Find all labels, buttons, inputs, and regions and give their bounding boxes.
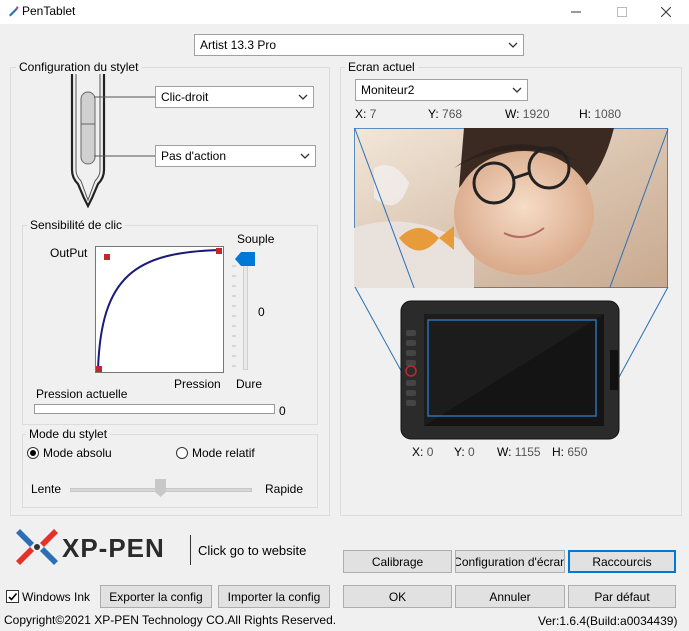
screen-x-readout: X: 7 [355, 107, 376, 121]
curve-control-point[interactable] [104, 254, 110, 260]
close-button[interactable] [643, 0, 689, 24]
stylus-button-leaders [94, 96, 156, 157]
absolute-mode-radio[interactable] [27, 447, 39, 459]
brand-divider [190, 535, 191, 565]
tablet-w-label: W: [497, 445, 512, 459]
sensitivity-slider-thumb[interactable] [235, 252, 255, 266]
screen-w-readout: W: 1920 [505, 107, 550, 121]
title-bar: PenTablet [0, 0, 689, 24]
stylus-config-label: Configuration du stylet [16, 60, 142, 74]
sensitivity-slider-track[interactable] [243, 255, 248, 370]
maximize-icon [617, 7, 627, 17]
tablet-illustration [400, 300, 620, 440]
chevron-down-icon [298, 94, 308, 100]
shortcuts-button[interactable]: Raccourcis [568, 550, 676, 573]
lower-button-select[interactable]: Pas d'action [155, 145, 316, 167]
slider-ticks [232, 265, 236, 367]
tablet-w-readout: W: 1155 [497, 445, 541, 459]
maximize-button[interactable] [599, 0, 645, 24]
relative-mode-radio[interactable] [176, 447, 188, 459]
tablet-y-value: 0 [468, 445, 475, 459]
output-axis-label: OutPut [50, 246, 88, 260]
chevron-down-icon [300, 153, 310, 159]
checkmark-icon [8, 592, 18, 601]
pressure-curve-graph[interactable] [95, 246, 225, 374]
tablet-x-label: X: [412, 445, 424, 459]
screen-h-readout: H: 1080 [579, 107, 621, 121]
calibrate-button[interactable]: Calibrage [343, 550, 452, 573]
screen-w-value: 1920 [522, 107, 550, 121]
brand-link[interactable]: XP-PEN Click go to website [16, 527, 316, 571]
monitor-select-value: Moniteur2 [361, 83, 415, 97]
upper-button-select[interactable]: Clic-droit [155, 86, 314, 108]
pen-tablet-icon [9, 6, 19, 17]
brand-logo-text: XP-PEN [62, 533, 165, 563]
soft-label: Souple [237, 232, 275, 246]
export-config-button[interactable]: Exporter la config [100, 585, 212, 608]
tablet-h-readout: H: 650 [552, 445, 587, 459]
website-link-text[interactable]: Click go to website [198, 543, 306, 558]
current-pressure-value: 0 [279, 404, 286, 418]
windows-ink-checkbox[interactable] [6, 590, 19, 603]
copyright-text: Copyright©2021 XP-PEN Technology CO.All … [4, 613, 337, 627]
absolute-mode-label[interactable]: Mode absolu [43, 446, 112, 460]
screen-h-value: 1080 [594, 107, 622, 121]
current-pressure-bar [34, 404, 275, 414]
tablet-w-value: 1155 [514, 445, 541, 459]
chevron-down-icon [508, 42, 518, 48]
sensitivity-value: 0 [258, 305, 265, 319]
minimize-button[interactable] [553, 0, 599, 24]
monitor-select[interactable]: Moniteur2 [355, 79, 528, 101]
tablet-h-label: H: [552, 445, 564, 459]
tablet-y-readout: Y: 0 [454, 445, 475, 459]
tablet-x-readout: X: 0 [412, 445, 433, 459]
xp-pen-logo-icon [16, 529, 58, 565]
default-button[interactable]: Par défaut [568, 585, 676, 608]
windows-ink-label[interactable]: Windows Ink [22, 590, 90, 604]
speed-slider-thumb[interactable] [155, 479, 166, 497]
minimize-icon [571, 11, 581, 13]
screen-y-value: 768 [442, 107, 463, 121]
screen-y-label: Y: [428, 107, 439, 121]
current-pressure-label: Pression actuelle [36, 387, 128, 401]
import-config-button[interactable]: Importer la config [218, 585, 330, 608]
screen-y-readout: Y: 768 [428, 107, 462, 121]
screen-x-label: X: [355, 107, 367, 121]
screen-config-button[interactable]: Configuration d'écran [455, 550, 565, 573]
close-icon [661, 7, 671, 17]
window-title: PenTablet [22, 4, 76, 18]
chevron-down-icon [512, 87, 522, 93]
stylus-mode-label: Mode du stylet [26, 427, 111, 441]
ok-button[interactable]: OK [343, 585, 452, 608]
cancel-button[interactable]: Annuler [455, 585, 565, 608]
screen-x-value: 7 [369, 107, 377, 121]
sensitivity-label: Sensibilité de clic [27, 218, 126, 232]
tablet-x-value: 0 [426, 445, 434, 459]
relative-mode-label[interactable]: Mode relatif [192, 446, 255, 460]
tablet-h-value: 650 [567, 445, 588, 459]
upper-button-value: Clic-droit [161, 90, 209, 104]
current-screen-label: Ecran actuel [345, 60, 418, 74]
speed-fast-label: Rapide [265, 482, 304, 496]
lower-button-value: Pas d'action [161, 149, 226, 163]
curve-end-point[interactable] [216, 248, 222, 254]
mapping-lines-top [354, 128, 669, 288]
tablet-y-label: Y: [454, 445, 465, 459]
device-select-value: Artist 13.3 Pro [200, 38, 277, 52]
screen-h-label: H: [579, 107, 591, 121]
curve-start-point[interactable] [96, 366, 102, 372]
device-select[interactable]: Artist 13.3 Pro [194, 34, 524, 56]
version-text: Ver:1.6.4(Build:a0034439) [538, 614, 678, 628]
speed-slow-label: Lente [31, 482, 62, 496]
pressure-axis-label: Pression [174, 377, 221, 391]
screen-w-label: W: [505, 107, 520, 121]
hard-label: Dure [236, 377, 263, 391]
